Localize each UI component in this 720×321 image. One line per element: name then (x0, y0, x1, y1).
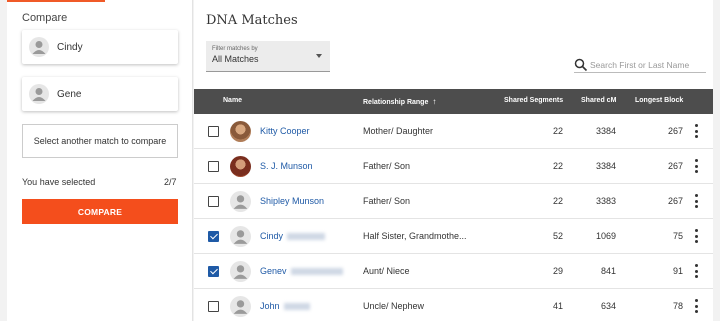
shared-segments: 29 (552, 266, 563, 276)
match-name-text: Genev (260, 266, 287, 276)
table-row[interactable]: Shipley Munson Father/ Son 22 3383 267 (194, 184, 713, 219)
shared-segments: 41 (552, 301, 563, 311)
person-silhouette-icon (230, 261, 251, 282)
filter-dropdown[interactable]: Filter matches by All Matches (206, 41, 330, 72)
match-name-link[interactable]: Genev (260, 266, 343, 276)
col-relationship-label: Relationship Range (363, 99, 429, 106)
row-checkbox[interactable] (208, 126, 219, 137)
selected-label: You have selected (22, 177, 96, 187)
longest-block: 267 (667, 161, 683, 171)
col-segments[interactable]: Shared Segments (504, 97, 563, 104)
active-tab-indicator (7, 0, 105, 2)
person-silhouette-icon (230, 226, 251, 247)
row-checkbox[interactable] (208, 266, 219, 277)
table-row[interactable]: S. J. Munson Father/ Son 22 3384 267 (194, 149, 713, 184)
sort-ascending-icon: ↑ (432, 97, 437, 106)
caret-down-icon (316, 54, 322, 58)
shared-segments: 22 (552, 126, 563, 136)
shared-cm: 1069 (595, 231, 616, 241)
selected-count: 2/7 (164, 177, 177, 187)
compare-card-name: Cindy (57, 41, 83, 53)
search-field[interactable]: Search First or Last Name (574, 57, 706, 73)
row-checkbox[interactable] (208, 301, 219, 312)
filter-value: All Matches (212, 54, 259, 64)
shared-cm: 634 (600, 301, 616, 311)
compare-card-1[interactable]: Cindy (22, 30, 178, 64)
shared-cm: 841 (600, 266, 616, 276)
relationship-range: Father/ Son (363, 196, 411, 206)
dna-matches-panel: DNA Matches Filter matches by All Matche… (194, 0, 713, 321)
page-title: DNA Matches (206, 13, 298, 28)
table-row[interactable]: Genev Aunt/ Niece 29 841 91 (194, 254, 713, 289)
person-silhouette-icon (29, 37, 49, 57)
match-name-link[interactable]: Cindy (260, 231, 326, 241)
col-cm[interactable]: Shared cM (581, 97, 616, 104)
relationship-range: Half Sister, Grandmothe... (363, 231, 467, 241)
more-vert-icon[interactable] (695, 194, 699, 208)
match-name-link[interactable]: John (260, 301, 310, 311)
shared-cm: 3383 (595, 196, 616, 206)
longest-block: 78 (672, 301, 683, 311)
match-name-text: John (260, 301, 280, 311)
redacted-surname (287, 233, 326, 241)
shared-segments: 22 (552, 161, 563, 171)
search-icon (574, 58, 588, 71)
more-vert-icon[interactable] (695, 124, 699, 138)
row-checkbox[interactable] (208, 196, 219, 207)
longest-block: 75 (672, 231, 683, 241)
longest-block: 91 (672, 266, 683, 276)
match-name-link[interactable]: Shipley Munson (260, 196, 324, 206)
filter-label: Filter matches by (212, 46, 258, 52)
compare-card-2[interactable]: Gene (22, 77, 178, 111)
row-checkbox[interactable] (208, 231, 219, 242)
compare-button[interactable]: COMPARE (22, 199, 178, 224)
person-silhouette-icon (230, 296, 251, 317)
shared-cm: 3384 (595, 161, 616, 171)
relationship-range: Father/ Son (363, 161, 411, 171)
search-placeholder: Search First or Last Name (590, 59, 690, 70)
more-vert-icon[interactable] (695, 299, 699, 313)
profile-photo (230, 156, 251, 177)
col-relationship[interactable]: Relationship Range ↑ (363, 97, 436, 106)
table-row[interactable]: John Uncle/ Nephew 41 634 78 (194, 289, 713, 321)
redacted-surname (290, 268, 343, 276)
more-vert-icon[interactable] (695, 159, 699, 173)
redacted-surname (283, 303, 310, 311)
person-silhouette-icon (29, 84, 49, 104)
longest-block: 267 (667, 196, 683, 206)
table-row[interactable]: Cindy Half Sister, Grandmothe... 52 1069… (194, 219, 713, 254)
match-name-link[interactable]: Kitty Cooper (260, 126, 310, 136)
relationship-range: Mother/ Daughter (363, 126, 434, 136)
match-name-link[interactable]: S. J. Munson (260, 161, 313, 171)
more-vert-icon[interactable] (695, 264, 699, 278)
select-another-match[interactable]: Select another match to compare (22, 124, 178, 158)
col-block[interactable]: Longest Block (635, 97, 683, 104)
profile-photo (230, 121, 251, 142)
match-name-text: Cindy (260, 231, 284, 241)
matches-table: Name Relationship Range ↑ Shared Segments… (194, 89, 713, 321)
compare-title: Compare (22, 12, 68, 24)
col-name[interactable]: Name (223, 97, 242, 104)
table-header: Name Relationship Range ↑ Shared Segments… (194, 89, 713, 114)
row-checkbox[interactable] (208, 161, 219, 172)
more-vert-icon[interactable] (695, 229, 699, 243)
compare-card-name: Gene (57, 88, 82, 100)
table-row[interactable]: Kitty Cooper Mother/ Daughter 22 3384 26… (194, 114, 713, 149)
compare-panel: Compare Cindy Gene Select another match … (7, 0, 193, 321)
longest-block: 267 (667, 126, 683, 136)
shared-cm: 3384 (595, 126, 616, 136)
relationship-range: Aunt/ Niece (363, 266, 410, 276)
person-silhouette-icon (230, 191, 251, 212)
relationship-range: Uncle/ Nephew (363, 301, 425, 311)
shared-segments: 52 (552, 231, 563, 241)
shared-segments: 22 (552, 196, 563, 206)
